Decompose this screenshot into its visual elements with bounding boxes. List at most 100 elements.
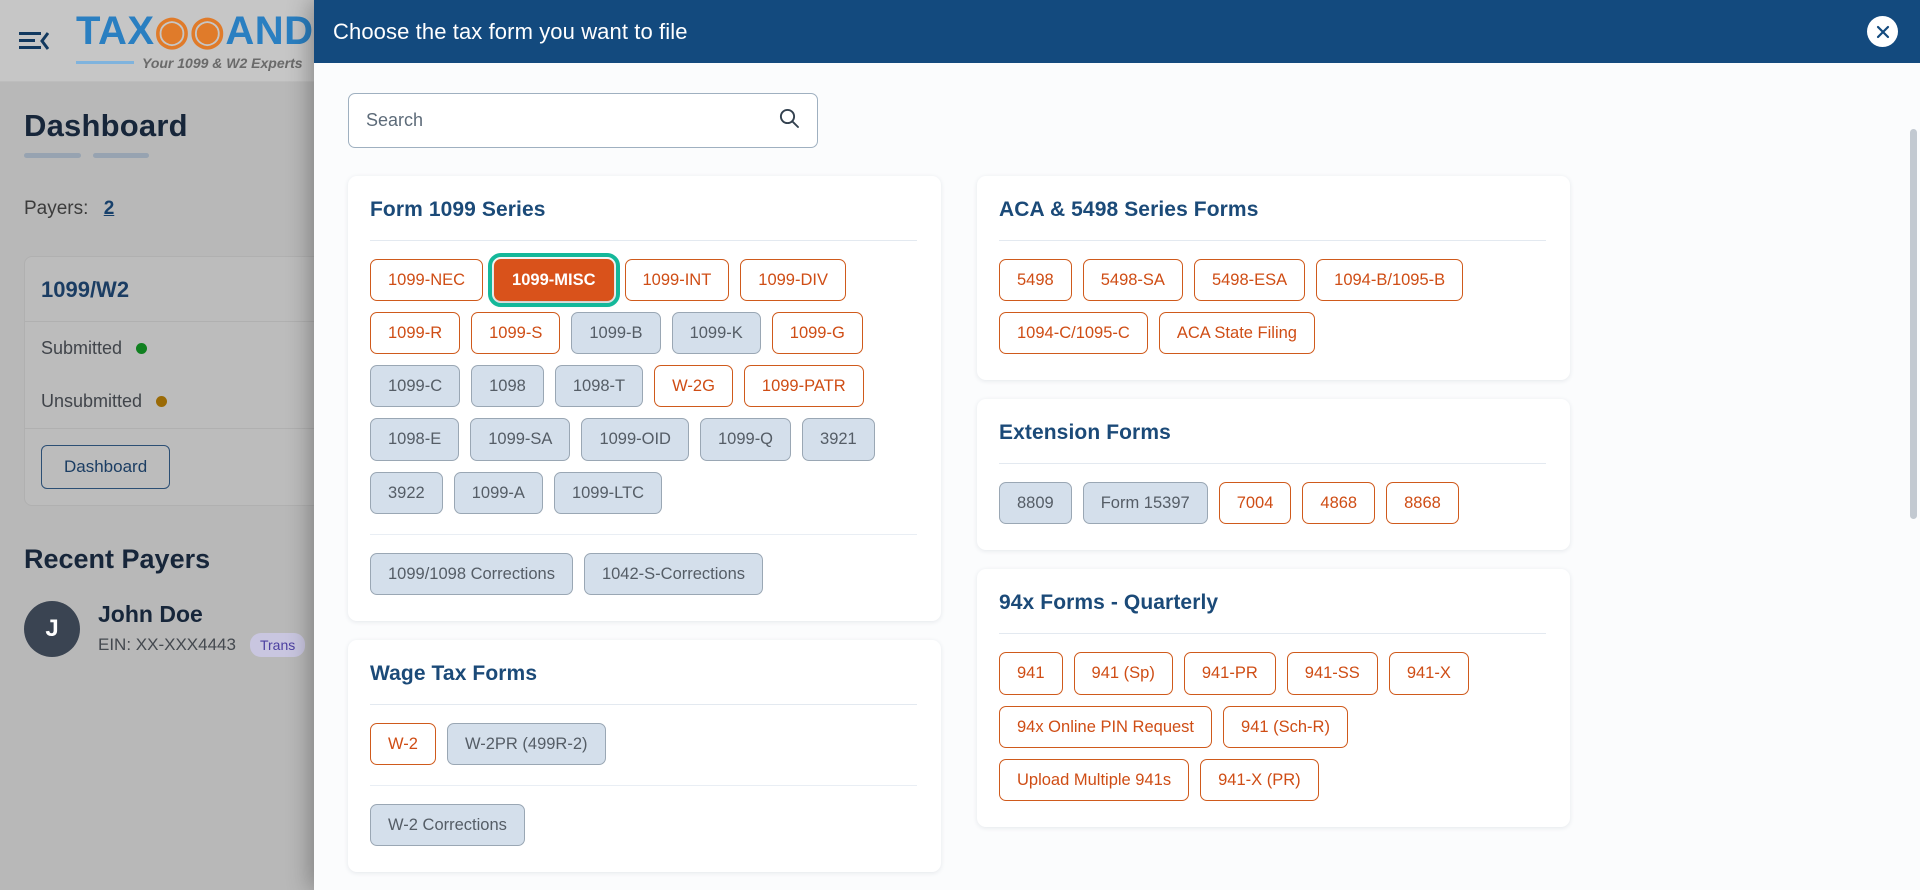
form-button-1099-oid: 1099-OID <box>581 418 689 461</box>
form-button-941[interactable]: 941 <box>999 652 1063 695</box>
panel-divider <box>370 703 917 705</box>
form-button-1042-s-corrections: 1042-S-Corrections <box>583 552 764 595</box>
panel-title: Form 1099 Series <box>370 198 546 221</box>
form-button-w-2pr-499r-2: W-2PR (499R-2) <box>446 722 606 765</box>
form-button-5498[interactable]: 5498 <box>999 259 1072 302</box>
form-button-1099-s[interactable]: 1099-S <box>471 312 561 355</box>
form-button-w-2[interactable]: W-2 <box>370 722 436 765</box>
panel-wage-tax-forms: Wage Tax Forms W-2 W-2PR (499R-2) W-2 Corre… <box>348 639 941 873</box>
payers-label: Payers: <box>24 198 89 219</box>
form-button-aca-state-filing[interactable]: ACA State Filing <box>1158 312 1315 355</box>
form-button-grid: W-2 W-2PR (499R-2) <box>370 722 917 765</box>
right-column: ACA & 5498 Series Forms 5498 5498-SA 5498-E… <box>977 176 1570 827</box>
search-box[interactable] <box>348 93 818 148</box>
form-button-7004[interactable]: 7004 <box>1218 482 1292 525</box>
panel-title: Extension Forms <box>999 421 1171 445</box>
choose-tax-form-modal: Choose the tax form you want to file For <box>314 0 1920 890</box>
panel-form-1099-series: Form 1099 Series 1099-NEC 1099-MISC 1099-IN… <box>348 176 941 621</box>
form-button-941-x-pr[interactable]: 941-X (PR) <box>1200 758 1319 801</box>
form-button-1099-b: 1099-B <box>571 312 661 355</box>
form-button-1099-int[interactable]: 1099-INT <box>624 259 730 302</box>
form-button-1099-g[interactable]: 1099-G <box>771 312 863 355</box>
app-root: TAX◉◉ANDITS Your 1099 & W2 Experts Dashb… <box>0 0 1920 890</box>
form-button-8868[interactable]: 8868 <box>1386 482 1459 525</box>
search-icon[interactable] <box>778 107 800 134</box>
form-button-1099-1098-corrections: 1099/1098 Corrections <box>370 552 573 595</box>
modal-title: Choose the tax form you want to file <box>333 18 688 44</box>
panel-divider <box>999 463 1546 465</box>
form-button-1099-sa: 1099-SA <box>470 418 571 461</box>
modal-scrollbar[interactable] <box>1910 129 1917 890</box>
payer-name: John Doe <box>98 601 203 627</box>
form-button-941-x[interactable]: 941-X <box>1388 652 1469 695</box>
form-button-8809: 8809 <box>999 482 1072 525</box>
form-button-94x-online-pin-request[interactable]: 94x Online PIN Request <box>999 705 1213 748</box>
form-button-1099-a: 1099-A <box>453 471 543 514</box>
menu-toggle-icon[interactable] <box>14 21 54 61</box>
form-button-941-sch-r[interactable]: 941 (Sch-R) <box>1223 705 1348 748</box>
panel-divider <box>999 240 1546 241</box>
form-button-1099-r[interactable]: 1099-R <box>370 312 461 355</box>
panel-title: ACA & 5498 Series Forms <box>999 198 1259 221</box>
close-icon[interactable] <box>1867 16 1898 47</box>
form-button-3921: 3921 <box>802 418 875 461</box>
panel-94x-forms-quarterly: 94x Forms - Quarterly 941 941 (Sp) 941-PR 94… <box>977 569 1570 827</box>
form-button-grid: 1099/1098 Corrections 1042-S-Corrections <box>370 552 917 595</box>
form-panels-columns: Form 1099 Series 1099-NEC 1099-MISC 1099-IN… <box>332 176 1882 873</box>
form-button-5498-sa[interactable]: 5498-SA <box>1082 259 1183 302</box>
panel-divider <box>999 633 1546 635</box>
modal-scrollbar-thumb[interactable] <box>1910 129 1917 519</box>
payers-count-link[interactable]: 2 <box>104 198 115 219</box>
form-button-upload-multiple-941s[interactable]: Upload Multiple 941s <box>999 758 1190 801</box>
panel-extension-forms: Extension Forms 8809 Form 15397 7004 4868 886… <box>977 399 1570 551</box>
payer-status-chip: Trans <box>249 633 306 657</box>
modal-header: Choose the tax form you want to file <box>314 0 1920 63</box>
dashboard-button[interactable]: Dashboard <box>41 445 171 489</box>
form-button-941-ss[interactable]: 941-SS <box>1286 652 1378 695</box>
form-button-1099-patr[interactable]: 1099-PATR <box>743 365 864 408</box>
form-button-form-15397: Form 15397 <box>1082 482 1208 525</box>
form-button-3922: 3922 <box>370 471 443 514</box>
avatar: J <box>24 601 80 657</box>
logo-tagline: Your 1099 & W2 Experts <box>142 54 303 71</box>
form-button-1099-nec[interactable]: 1099-NEC <box>370 259 484 302</box>
form-button-grid: 941 941 (Sp) 941-PR 941-SS 941-X 94x Online P… <box>999 652 1546 801</box>
form-button-w-2g[interactable]: W-2G <box>654 365 733 408</box>
panel-aca-5498-series-forms: ACA & 5498 Series Forms 5498 5498-SA 5498-E… <box>977 176 1570 381</box>
form-button-1099-c: 1099-C <box>370 365 461 408</box>
stat-label-submitted: Submitted <box>41 338 123 358</box>
form-button-1099-ltc: 1099-LTC <box>553 471 663 514</box>
panel-title: Wage Tax Forms <box>370 661 538 685</box>
form-button-grid: 1099-NEC 1099-MISC 1099-INT 1099-DIV 1099-R 1… <box>370 252 917 514</box>
logo-rule <box>76 61 134 64</box>
logo-text-primary: TAX <box>76 8 155 53</box>
search-input[interactable] <box>366 110 778 131</box>
status-dot-unsubmitted <box>156 396 168 407</box>
form-button-1098-t: 1098-T <box>554 365 644 408</box>
status-dot-submitted <box>136 343 148 354</box>
form-button-1099-k: 1099-K <box>671 312 761 355</box>
form-button-1099-div[interactable]: 1099-DIV <box>740 259 846 302</box>
form-button-4868[interactable]: 4868 <box>1302 482 1376 525</box>
form-button-1094-b-1095-b[interactable]: 1094-B/1095-B <box>1316 259 1464 302</box>
form-button-1094-c-1095-c[interactable]: 1094-C/1095-C <box>999 312 1148 355</box>
form-button-941-pr[interactable]: 941-PR <box>1183 652 1276 695</box>
form-button-1099-misc[interactable]: 1099-MISC <box>488 252 620 308</box>
form-button-1098: 1098 <box>471 365 544 408</box>
group-divider <box>370 533 917 535</box>
left-column: Form 1099 Series 1099-NEC 1099-MISC 1099-IN… <box>348 176 941 873</box>
panel-title: 94x Forms - Quarterly <box>999 591 1219 615</box>
panel-divider <box>370 240 917 241</box>
form-button-grid: 5498 5498-SA 5498-ESA 1094-B/1095-B 1094-C/1… <box>999 259 1546 355</box>
form-button-1099-q: 1099-Q <box>699 418 792 461</box>
form-button-grid: 8809 Form 15397 7004 4868 8868 <box>999 482 1546 525</box>
form-button-w-2-corrections: W-2 Corrections <box>370 803 525 847</box>
payer-ein: EIN: XX-XXX4443 <box>98 635 236 654</box>
modal-body: Form 1099 Series 1099-NEC1099-MISC1099-IN… <box>314 63 1920 890</box>
form-button-5498-esa[interactable]: 5498-ESA <box>1193 259 1306 302</box>
group-divider <box>370 784 917 786</box>
stat-label-unsubmitted: Unsubmitted <box>41 391 143 411</box>
form-button-1098-e: 1098-E <box>370 418 460 461</box>
form-button-941-sp[interactable]: 941 (Sp) <box>1073 652 1173 695</box>
form-button-grid: W-2 Corrections <box>370 803 917 847</box>
